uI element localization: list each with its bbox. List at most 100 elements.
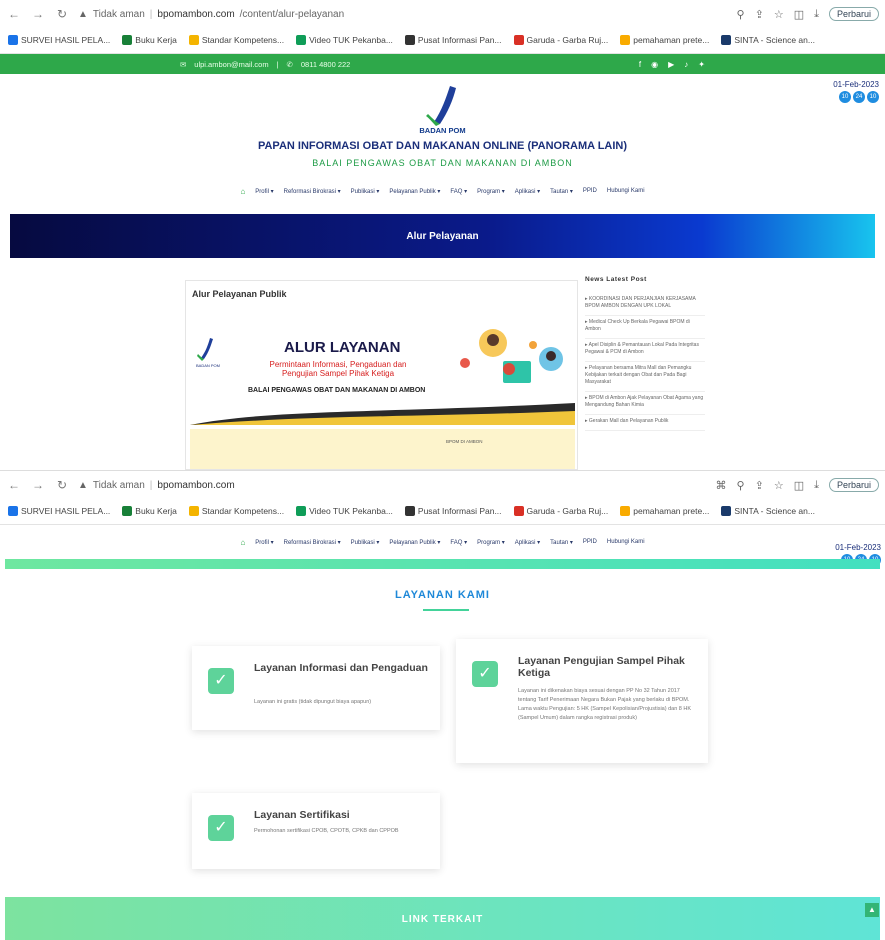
menu-item[interactable]: Publikasi ▾ xyxy=(351,188,380,195)
menu-item[interactable]: Hubungi Kami xyxy=(607,188,645,195)
back-icon[interactable]: ← xyxy=(6,478,22,492)
bookmark-label: Standar Kompetens... xyxy=(201,35,285,45)
share-icon[interactable]: ⇪ xyxy=(755,8,764,21)
sidepanel-icon[interactable]: ◫ xyxy=(794,479,804,492)
zoom-icon[interactable]: ⚲ xyxy=(737,479,745,492)
menu-item[interactable]: Hubungi Kami xyxy=(607,539,645,545)
menu-item[interactable]: FAQ ▾ xyxy=(450,539,467,546)
star-icon[interactable]: ☆ xyxy=(774,479,784,492)
menu-item[interactable]: PPID xyxy=(583,188,597,195)
translate-icon[interactable]: ⌘ xyxy=(716,479,727,492)
home-icon[interactable]: ⌂ xyxy=(240,188,245,196)
alur-layanan-poster[interactable]: BADAN POM ALUR LAYANAN Permintaan Inform… xyxy=(190,317,575,425)
bookmark-item[interactable]: SINTA - Science an... xyxy=(721,35,815,45)
instagram-icon[interactable]: ◉ xyxy=(651,60,658,69)
contact-phone[interactable]: 0811 4800 222 xyxy=(301,60,351,69)
top-contact-bar: ✉ ulpi.ambon@mail.com | ✆ 0811 4800 222 … xyxy=(0,54,885,74)
download-icon[interactable]: ⤓ xyxy=(814,8,819,21)
browser-chrome: ← → ↻ ▲ Tidak aman | bpomambon.com ⌘ ⚲ ⇪… xyxy=(0,471,885,525)
bookmark-item[interactable]: SURVEI HASIL PELA... xyxy=(8,35,110,45)
menu-item[interactable]: Tautan ▾ xyxy=(550,539,573,546)
bookmark-item[interactable]: Video TUK Pekanba... xyxy=(296,506,393,516)
address-row: ← → ↻ ▲ Tidak aman | bpomambon.com ⌘ ⚲ ⇪… xyxy=(0,471,885,499)
menu-item[interactable]: FAQ ▾ xyxy=(450,188,467,195)
visitor-counter: 10 xyxy=(867,91,879,103)
bookmark-label: Video TUK Pekanba... xyxy=(309,506,393,516)
bookmark-item[interactable]: pemahaman prete... xyxy=(620,35,709,45)
menu-item[interactable]: Pelayanan Publik ▾ xyxy=(389,539,440,546)
reload-icon[interactable]: ↻ xyxy=(54,7,70,21)
bookmark-item[interactable]: Buku Kerja xyxy=(122,35,177,45)
youtube-icon[interactable]: ▶ xyxy=(668,60,674,69)
menu-item[interactable]: PPID xyxy=(583,539,597,545)
menu-item[interactable]: Aplikasi ▾ xyxy=(515,188,540,195)
bookmark-item[interactable]: Garuda - Garba Ruj... xyxy=(513,506,608,516)
service-card-sertifikasi[interactable]: ✓ Layanan Sertifikasi Permohonan sertifi… xyxy=(192,793,440,869)
tiktok-icon[interactable]: ♪ xyxy=(684,60,688,69)
menu-item[interactable]: Tautan ▾ xyxy=(550,188,573,195)
address-bar[interactable]: ▲ Tidak aman | bpomambon.com xyxy=(78,480,708,491)
forward-icon[interactable]: → xyxy=(30,7,46,21)
news-item[interactable]: ▸ Gerakan Mall dan Pelayanan Publik xyxy=(585,415,705,431)
service-card-pengujian[interactable]: ✓ Layanan Pengujian Sampel Pihak Ketiga … xyxy=(456,639,708,763)
news-item[interactable]: ▸ Apel Disiplin & Pemantauan Lokal Pada … xyxy=(585,339,705,362)
contact-email[interactable]: ulpi.ambon@mail.com xyxy=(194,60,268,69)
menu-item[interactable]: Program ▾ xyxy=(477,188,505,195)
bookmark-item[interactable]: SURVEI HASIL PELA... xyxy=(8,506,110,516)
security-warning: Tidak aman xyxy=(92,479,145,491)
badan-pom-logo[interactable] xyxy=(420,84,470,130)
address-bar[interactable]: ▲ Tidak aman | bpomambon.com/content/alu… xyxy=(78,9,729,20)
bookmark-label: SINTA - Science an... xyxy=(734,35,815,45)
bookmark-item[interactable]: pemahaman prete... xyxy=(620,506,709,516)
security-warning: Tidak aman xyxy=(92,8,145,20)
news-item[interactable]: ▸ Pelayanan bersama Mitra Mall dan Peman… xyxy=(585,362,705,392)
facebook-icon[interactable]: f xyxy=(639,60,641,69)
update-button[interactable]: Perbarui xyxy=(828,7,879,21)
news-item[interactable]: ▸ KOORDINASI DAN PERJANJIAN KERJASAMA BP… xyxy=(585,293,705,316)
update-button[interactable]: Perbarui xyxy=(828,478,879,492)
bookmark-label: Pusat Informasi Pan... xyxy=(417,506,502,516)
menu-item[interactable]: Reformasi Birokrasi ▾ xyxy=(284,188,341,195)
bookmark-icon xyxy=(620,506,631,516)
bookmark-item[interactable]: Standar Kompetens... xyxy=(188,506,284,516)
news-item[interactable]: ▸ BPOM di Ambon Ajak Pelayanan Obat Agam… xyxy=(585,392,705,415)
bookmark-item[interactable]: Standar Kompetens... xyxy=(188,35,285,45)
home-icon[interactable]: ⌂ xyxy=(240,538,245,547)
social-links: f ◉ ▶ ♪ ✦ xyxy=(639,60,705,69)
news-item[interactable]: ▸ Medical Check Up Berkala Pegawai BPOM … xyxy=(585,316,705,339)
zoom-icon[interactable]: ⚲ xyxy=(737,8,745,21)
bookmark-item[interactable]: Pusat Informasi Pan... xyxy=(404,35,502,45)
menu-item[interactable]: Publikasi ▾ xyxy=(351,539,380,546)
bookmark-item[interactable]: Pusat Informasi Pan... xyxy=(404,506,502,516)
menu-item[interactable]: Reformasi Birokrasi ▾ xyxy=(284,539,341,546)
url-host: bpomambon.com xyxy=(157,479,235,491)
bookmark-icon xyxy=(188,35,199,45)
site-subtitle: BALAI PENGAWAS OBAT DAN MAKANAN DI AMBON xyxy=(312,158,573,168)
download-icon[interactable]: ⤓ xyxy=(814,479,819,492)
bookmark-icon xyxy=(296,35,307,45)
reload-icon[interactable]: ↻ xyxy=(54,478,70,492)
poster-continuation: BPOM DI AMBON xyxy=(190,429,575,469)
menu-item[interactable]: Profil ▾ xyxy=(255,188,273,195)
twitter-icon[interactable]: ✦ xyxy=(698,60,705,69)
bookmark-icon xyxy=(404,35,415,45)
menu-item[interactable]: Pelayanan Publik ▾ xyxy=(389,188,440,195)
service-card-informasi[interactable]: ✓ Layanan Informasi dan Pengaduan Layana… xyxy=(192,646,440,730)
forward-icon[interactable]: → xyxy=(30,478,46,492)
menu-item[interactable]: Program ▾ xyxy=(477,539,505,546)
heading-underline xyxy=(423,609,469,611)
menu-item[interactable]: Profil ▾ xyxy=(255,539,273,546)
browser-chrome: ← → ↻ ▲ Tidak aman | bpomambon.com/conte… xyxy=(0,0,885,54)
menu-item[interactable]: Aplikasi ▾ xyxy=(515,539,540,546)
sidepanel-icon[interactable]: ◫ xyxy=(794,8,804,21)
bookmark-item[interactable]: Video TUK Pekanba... xyxy=(296,35,393,45)
bookmark-item[interactable]: SINTA - Science an... xyxy=(721,506,815,516)
banner-title: Alur Pelayanan xyxy=(406,230,479,242)
back-icon[interactable]: ← xyxy=(6,7,22,21)
bookmark-item[interactable]: Garuda - Garba Ruj... xyxy=(513,35,608,45)
bookmark-item[interactable]: Buku Kerja xyxy=(122,506,177,516)
share-icon[interactable]: ⇪ xyxy=(755,479,764,492)
back-to-top-icon[interactable]: ▲ xyxy=(865,903,879,917)
content-card: Alur Pelayanan Publik BADAN POM ALUR LAY… xyxy=(185,280,578,470)
star-icon[interactable]: ☆ xyxy=(774,8,784,21)
